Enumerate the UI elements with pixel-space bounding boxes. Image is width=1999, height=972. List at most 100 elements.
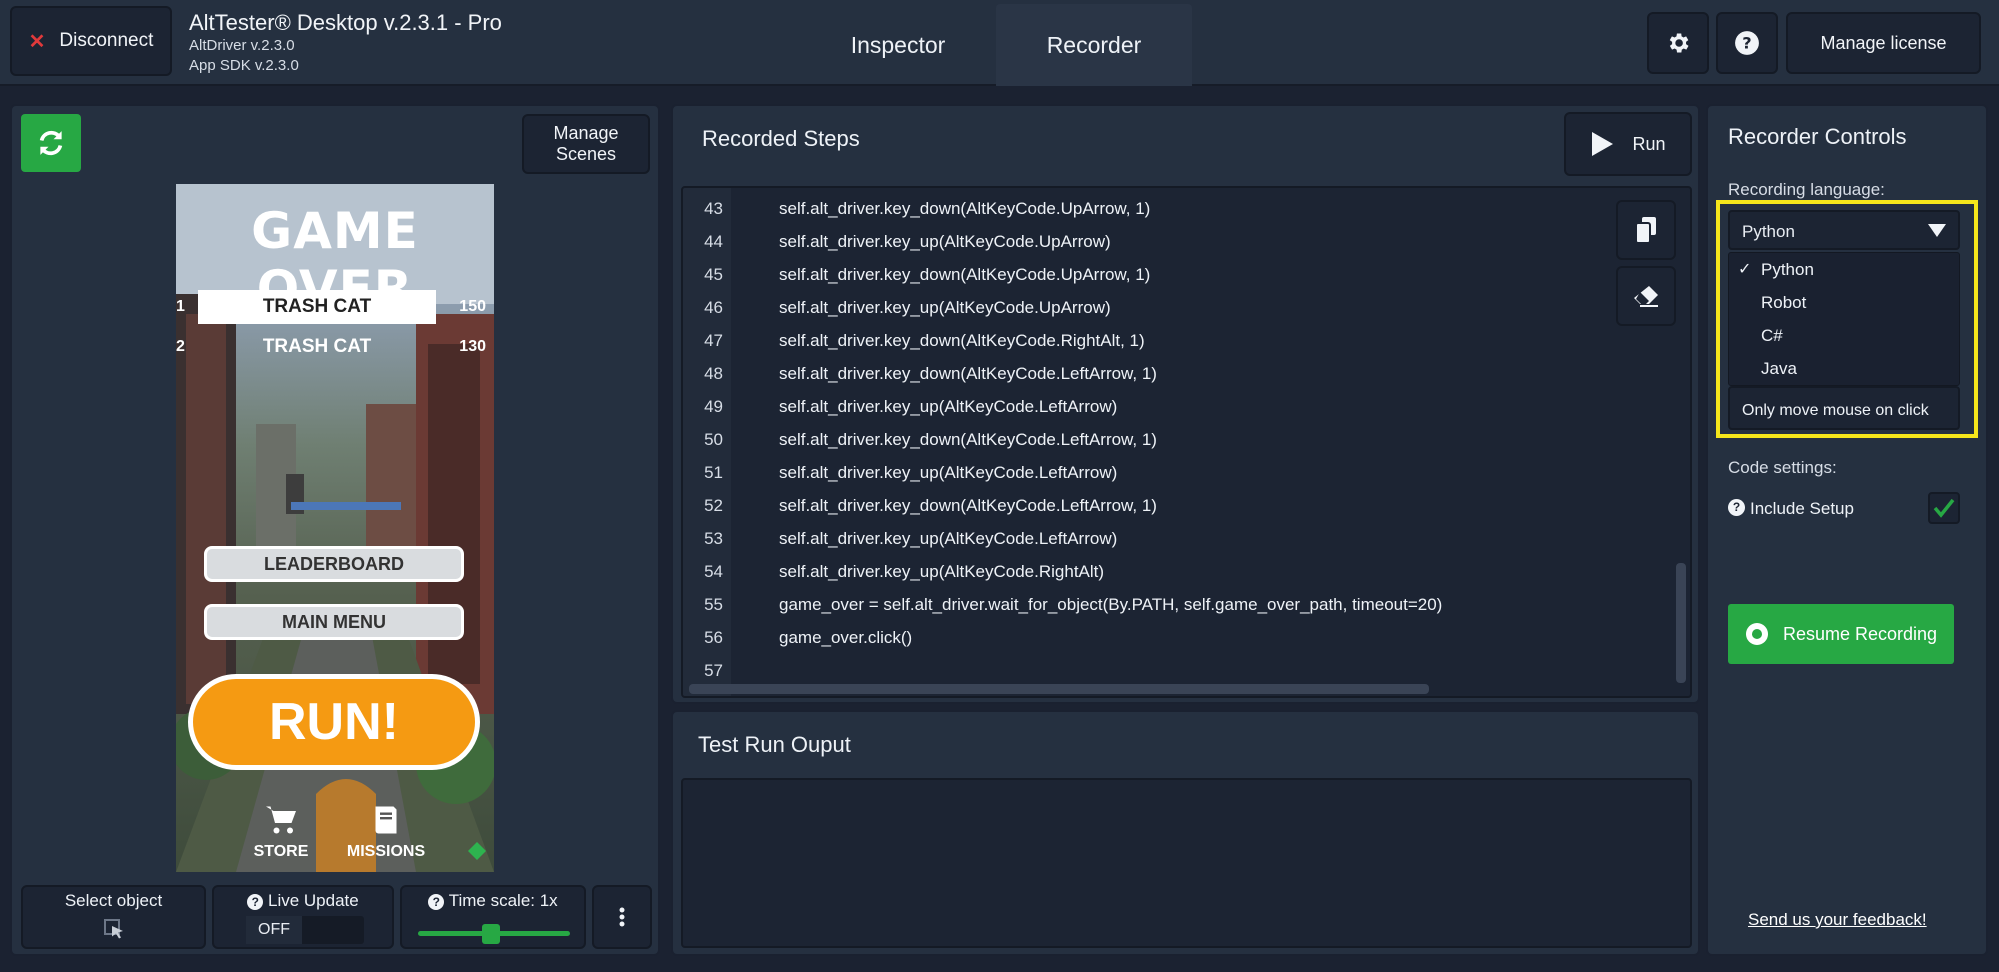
test-run-output <box>681 778 1692 948</box>
live-update-control: ? Live Update OFF <box>212 885 394 949</box>
line-number: 55 <box>704 595 723 614</box>
line-number: 52 <box>704 496 723 515</box>
line-number: 54 <box>704 562 723 581</box>
clear-button[interactable] <box>1616 266 1676 326</box>
more-vertical-icon <box>619 907 625 927</box>
manage-license-button[interactable]: Manage license <box>1786 12 1981 74</box>
code-text: self.alt_driver.key_up(AltKeyCode.LeftAr… <box>779 397 1118 416</box>
feedback-link[interactable]: Send us your feedback! <box>1748 910 1927 930</box>
code-line[interactable]: 54 self.alt_driver.key_up(AltKeyCode.Righ… <box>683 555 1690 588</box>
missions-label: MISSIONS <box>346 843 426 860</box>
alttester-logo <box>466 840 488 862</box>
code-line[interactable]: 57 <box>683 654 1690 687</box>
app-title: AltTester® Desktop v.2.3.1 - Pro <box>189 10 502 35</box>
disconnect-button[interactable]: ✕ Disconnect <box>10 6 172 76</box>
play-icon <box>1592 132 1614 156</box>
settings-button[interactable] <box>1647 12 1709 74</box>
score-value: 130 <box>459 338 486 355</box>
recorder-controls-panel: Recorder Controls Recording language: On… <box>1706 104 1988 956</box>
leaderboard-button[interactable]: LEADERBOARD <box>204 546 464 582</box>
line-number: 56 <box>704 628 723 647</box>
missions-button[interactable]: MISSIONS <box>336 802 436 868</box>
time-scale-header: ? Time scale: 1x <box>402 891 584 911</box>
help-icon: ? <box>1735 31 1759 55</box>
refresh-icon <box>39 130 63 156</box>
time-scale-slider[interactable] <box>418 924 570 944</box>
help-icon[interactable]: ? <box>247 893 264 910</box>
vertical-scrollbar[interactable] <box>1676 563 1686 683</box>
code-line[interactable]: 50 self.alt_driver.key_down(AltKeyCode.Le… <box>683 423 1690 456</box>
help-icon[interactable]: ? <box>428 893 445 910</box>
horizontal-scrollbar[interactable] <box>689 684 1429 694</box>
code-text: self.alt_driver.key_up(AltKeyCode.RightA… <box>779 562 1105 581</box>
game-screen[interactable]: GAME OVER 1 TRASH CAT 150 2 TRASH CAT 13… <box>176 184 494 872</box>
resume-recording-button[interactable]: Resume Recording <box>1728 604 1954 664</box>
svg-text:?: ? <box>1742 33 1751 52</box>
code-line[interactable]: 45 self.alt_driver.key_down(AltKeyCode.Up… <box>683 258 1690 291</box>
copy-button[interactable] <box>1616 200 1676 260</box>
run-button[interactable]: Run <box>1564 112 1692 176</box>
manage-scenes-button[interactable]: Manage Scenes <box>522 114 650 174</box>
line-number: 57 <box>704 661 723 680</box>
code-line[interactable]: 49 self.alt_driver.key_up(AltKeyCode.Left… <box>683 390 1690 423</box>
top-bar: ✕ Disconnect AltTester® Desktop v.2.3.1 … <box>0 0 1999 86</box>
cursor-icon <box>104 919 123 939</box>
score-rank: 2 <box>176 338 185 355</box>
tab-inspector[interactable]: Inspector <box>790 4 1006 86</box>
recorded-steps-title: Recorded Steps <box>702 126 860 151</box>
code-line[interactable]: 51 self.alt_driver.key_up(AltKeyCode.Left… <box>683 456 1690 489</box>
code-line[interactable]: 56 game_over.click() <box>683 621 1690 654</box>
code-line[interactable]: 44 self.alt_driver.key_up(AltKeyCode.UpAr… <box>683 225 1690 258</box>
line-number: 51 <box>704 463 723 482</box>
include-setup-checkbox[interactable] <box>1928 492 1960 524</box>
code-text: self.alt_driver.key_down(AltKeyCode.UpAr… <box>779 265 1151 284</box>
line-number: 48 <box>704 364 723 383</box>
help-button[interactable]: ? <box>1716 12 1778 74</box>
code-line[interactable]: 46 self.alt_driver.key_up(AltKeyCode.UpAr… <box>683 291 1690 324</box>
eraser-icon <box>1634 286 1658 307</box>
code-text: game_over.click() <box>779 628 913 647</box>
main-menu-button[interactable]: MAIN MENU <box>204 604 464 640</box>
live-update-value: OFF <box>246 916 302 944</box>
sdk-version: App SDK v.2.3.0 <box>189 57 299 74</box>
test-run-title: Test Run Ouput <box>698 732 851 757</box>
line-number: 45 <box>704 265 723 284</box>
select-object-button[interactable]: Select object <box>21 885 206 949</box>
close-icon: ✕ <box>28 30 46 53</box>
line-number: 46 <box>704 298 723 317</box>
line-number: 53 <box>704 529 723 548</box>
refresh-button[interactable] <box>21 114 81 172</box>
checkmark-icon <box>1933 498 1955 518</box>
code-text: self.alt_driver.key_down(AltKeyCode.Righ… <box>779 331 1145 350</box>
tab-recorder[interactable]: Recorder <box>996 4 1192 86</box>
code-line[interactable]: 53 self.alt_driver.key_up(AltKeyCode.Left… <box>683 522 1690 555</box>
code-text: self.alt_driver.key_down(AltKeyCode.Left… <box>779 496 1157 515</box>
code-line[interactable]: 43 self.alt_driver.key_down(AltKeyCode.Up… <box>683 192 1690 225</box>
code-line[interactable]: 48 self.alt_driver.key_down(AltKeyCode.Le… <box>683 357 1690 390</box>
code-text: self.alt_driver.key_up(AltKeyCode.LeftAr… <box>779 529 1118 548</box>
gear-icon <box>1669 33 1689 53</box>
code-line[interactable]: 52 self.alt_driver.key_down(AltKeyCode.Le… <box>683 489 1690 522</box>
record-icon <box>1745 623 1768 645</box>
line-number: 50 <box>704 430 723 449</box>
code-text: self.alt_driver.key_down(AltKeyCode.Left… <box>779 430 1157 449</box>
code-text: game_over = self.alt_driver.wait_for_obj… <box>779 595 1443 614</box>
more-options-button[interactable] <box>592 885 652 949</box>
slider-handle[interactable] <box>482 924 500 944</box>
select-object-label: Select object <box>64 891 163 910</box>
help-icon[interactable]: ? <box>1728 499 1745 516</box>
code-line[interactable]: 55 game_over = self.alt_driver.wait_for_o… <box>683 588 1690 621</box>
score-row: 1 TRASH CAT 150 <box>176 290 494 324</box>
resume-recording-label: Resume Recording <box>1782 623 1938 644</box>
live-update-toggle[interactable]: OFF <box>246 916 364 944</box>
store-label: STORE <box>253 843 309 860</box>
game-preview-panel: Manage Scenes GAME OVER 1 TRASH CAT 150 <box>10 104 660 956</box>
code-line[interactable]: 47 self.alt_driver.key_down(AltKeyCode.Ri… <box>683 324 1690 357</box>
run-game-button[interactable]: RUN! <box>188 674 480 770</box>
line-number: 44 <box>704 232 723 251</box>
disconnect-label: Disconnect <box>59 30 154 51</box>
line-number: 49 <box>704 397 723 416</box>
time-scale-label: Time scale: 1x <box>448 891 558 910</box>
code-editor[interactable]: 43 self.alt_driver.key_down(AltKeyCode.Up… <box>681 186 1692 698</box>
store-button[interactable]: STORE <box>246 802 316 868</box>
